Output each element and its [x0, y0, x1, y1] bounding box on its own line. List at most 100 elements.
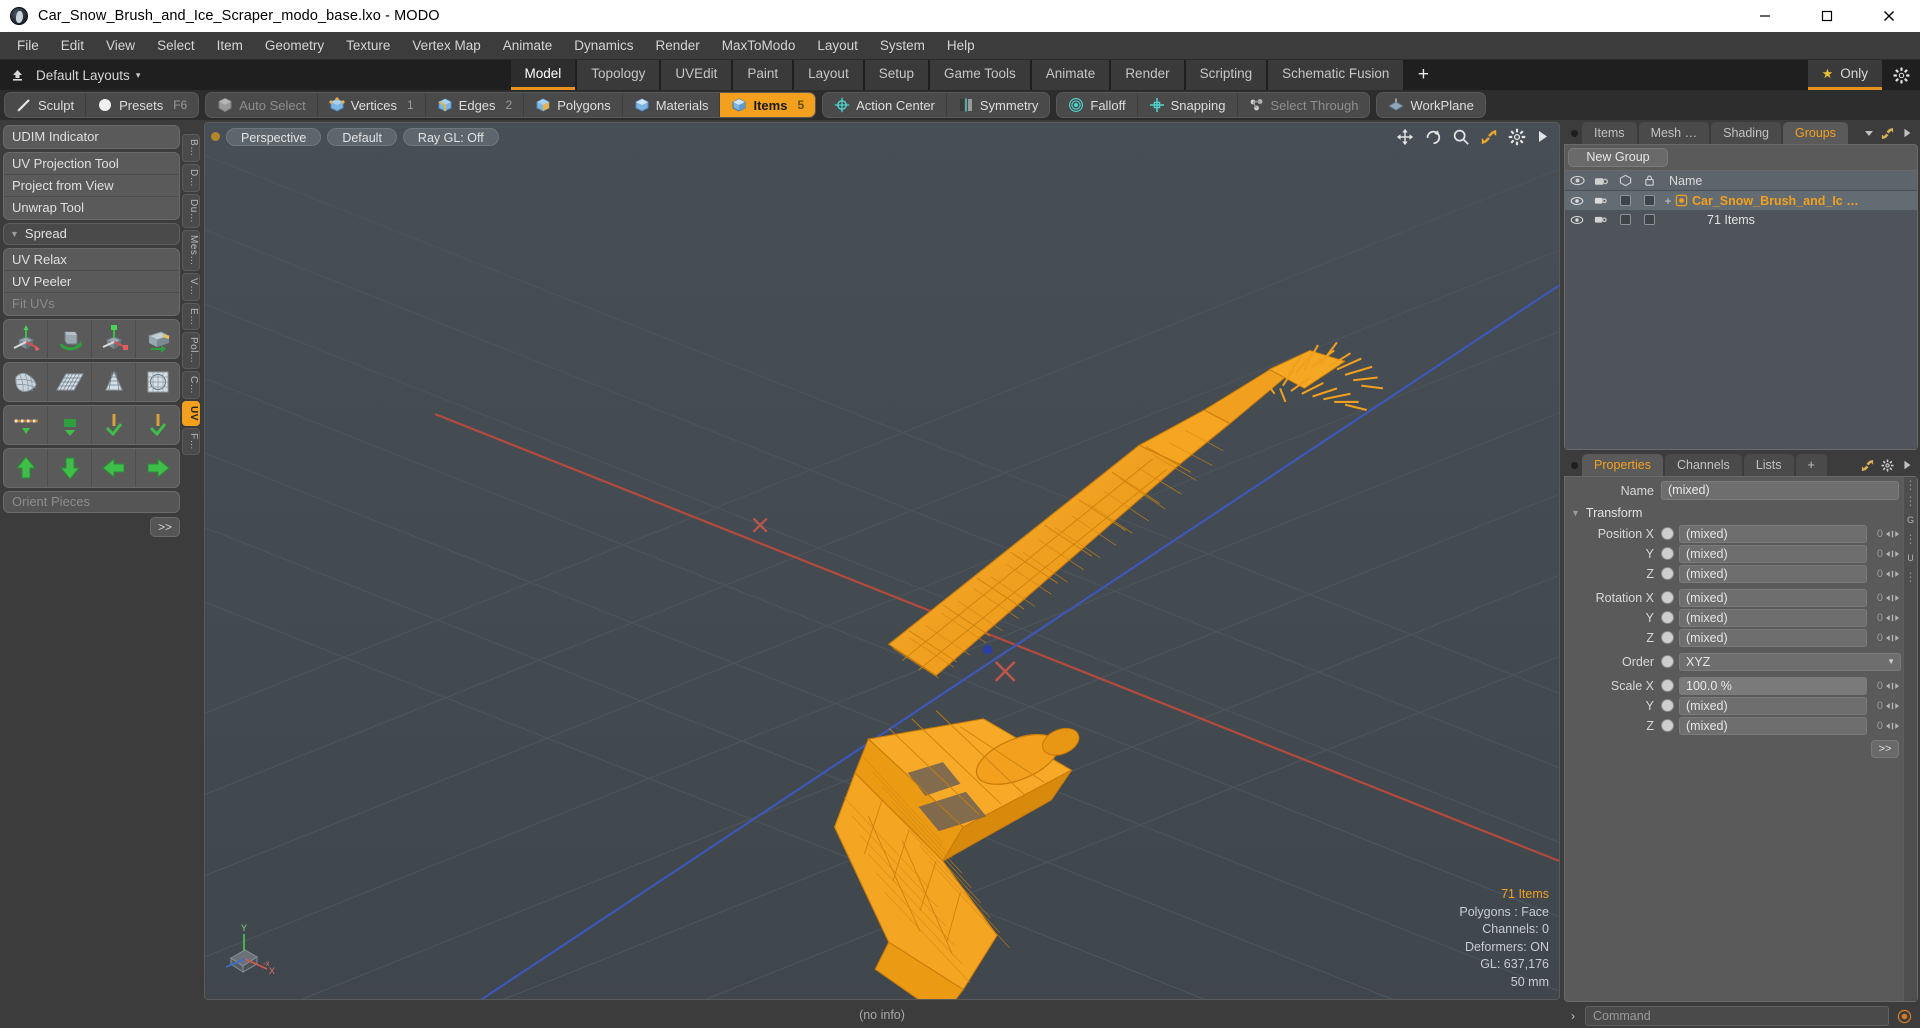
- uv-move-down-icon[interactable]: [48, 449, 92, 487]
- uv-flip-icon[interactable]: [136, 320, 179, 358]
- polygons-button[interactable]: Polygons: [524, 93, 623, 117]
- properties-more-button[interactable]: >>: [1871, 740, 1899, 758]
- vtab-curve[interactable]: C…: [182, 370, 200, 400]
- vtab-basic[interactable]: B…: [182, 134, 200, 162]
- row-render-checkbox[interactable]: [1613, 195, 1637, 206]
- scale-y-spinner[interactable]: [1883, 701, 1901, 711]
- items-button[interactable]: Items 5: [720, 93, 816, 117]
- rail-dots-2[interactable]: ⋮: [1905, 495, 1917, 507]
- tab-layout[interactable]: Layout: [794, 60, 863, 90]
- new-group-button[interactable]: New Group: [1568, 148, 1668, 167]
- properties-menu-arrow-icon[interactable]: [1901, 459, 1913, 471]
- tool-udim-indicator[interactable]: UDIM Indicator: [4, 126, 179, 148]
- panel-menu-arrow-icon[interactable]: [1901, 127, 1913, 139]
- render-icon[interactable]: [1613, 174, 1637, 187]
- uv-fit-icon[interactable]: [4, 363, 48, 401]
- tab-add-properties[interactable]: +: [1795, 454, 1827, 476]
- viewport-raygl-dropdown[interactable]: Ray GL: Off: [402, 127, 499, 146]
- command-input[interactable]: Command: [1585, 1006, 1889, 1026]
- tab-paint[interactable]: Paint: [733, 60, 793, 90]
- default-layouts-dropdown[interactable]: Default Layouts ▾: [34, 60, 144, 90]
- rail-dots-4[interactable]: ⋮: [1905, 571, 1917, 583]
- snapping-button[interactable]: Snapping: [1138, 93, 1238, 117]
- menu-select[interactable]: Select: [146, 32, 206, 60]
- gear-icon[interactable]: [1508, 128, 1526, 146]
- position-y-radio[interactable]: [1661, 547, 1674, 560]
- menu-layout[interactable]: Layout: [806, 32, 869, 60]
- tab-model[interactable]: Model: [510, 60, 576, 90]
- rotate-icon[interactable]: [1424, 128, 1442, 146]
- tab-mesh-ops[interactable]: Mesh …: [1638, 122, 1710, 144]
- uv-move-icon[interactable]: [4, 320, 48, 358]
- tool-unwrap[interactable]: Unwrap Tool: [4, 197, 179, 219]
- scale-y-radio[interactable]: [1661, 699, 1674, 712]
- record-icon[interactable]: [1894, 1009, 1914, 1024]
- position-x-radio[interactable]: [1661, 527, 1674, 540]
- scale-x-radio[interactable]: [1661, 679, 1674, 692]
- rotation-z-spinner[interactable]: [1883, 633, 1901, 643]
- menu-item[interactable]: Item: [206, 32, 254, 60]
- vertices-button[interactable]: Vertices 1: [318, 93, 426, 117]
- uv-rotate-icon[interactable]: [48, 320, 92, 358]
- rail-dots-1[interactable]: ⋮: [1905, 479, 1917, 491]
- eye-icon[interactable]: [1565, 174, 1589, 187]
- viewport-shading-dropdown[interactable]: Default: [327, 127, 397, 146]
- name-input[interactable]: (mixed): [1661, 481, 1899, 500]
- uv-align-icon[interactable]: [4, 406, 48, 444]
- menu-system[interactable]: System: [869, 32, 936, 60]
- row-expander[interactable]: +: [1661, 194, 1675, 208]
- position-z-spinner[interactable]: [1883, 569, 1901, 579]
- viewport-view-dropdown[interactable]: Perspective: [226, 127, 322, 146]
- tab-setup[interactable]: Setup: [864, 60, 928, 90]
- row2-visibility-icon[interactable]: [1565, 215, 1589, 225]
- falloff-button[interactable]: Falloff: [1057, 93, 1138, 117]
- lock-icon[interactable]: [1637, 174, 1661, 187]
- table-row[interactable]: + Car_Snow_Brush_and_Ic …: [1565, 191, 1917, 210]
- tab-game-tools[interactable]: Game Tools: [929, 60, 1030, 90]
- menu-animate[interactable]: Animate: [492, 32, 564, 60]
- tab-render[interactable]: Render: [1111, 60, 1184, 90]
- snow-brush-model-mesh[interactable]: [205, 123, 1559, 1000]
- row-lock-checkbox[interactable]: [1637, 195, 1661, 206]
- tool-uv-projection[interactable]: UV Projection Tool: [4, 153, 179, 175]
- edges-button[interactable]: Edges 2: [426, 93, 525, 117]
- home-layout-icon[interactable]: [0, 60, 34, 90]
- minimize-button[interactable]: [1734, 0, 1796, 32]
- vtab-uv[interactable]: UV: [182, 401, 200, 427]
- add-tab-button[interactable]: +: [1405, 60, 1441, 90]
- menu-dynamics[interactable]: Dynamics: [563, 32, 644, 60]
- rail-dots-3[interactable]: ⋮: [1905, 533, 1917, 545]
- tab-lists[interactable]: Lists: [1743, 454, 1794, 476]
- tab-items[interactable]: Items: [1582, 122, 1637, 144]
- table-row[interactable]: 71 Items: [1565, 210, 1917, 229]
- close-button[interactable]: [1858, 0, 1920, 32]
- tab-channels[interactable]: Channels: [1664, 454, 1742, 476]
- uv-scale-icon[interactable]: [92, 320, 136, 358]
- scale-z-spinner[interactable]: [1883, 721, 1901, 731]
- tool-uv-relax[interactable]: UV Relax: [4, 249, 179, 271]
- vtab-deform[interactable]: D…: [182, 163, 200, 192]
- tab-shading[interactable]: Shading: [1711, 122, 1781, 144]
- row-camera-icon[interactable]: [1589, 195, 1613, 206]
- maximize-panel-icon[interactable]: [1881, 127, 1894, 140]
- order-radio[interactable]: [1661, 655, 1674, 668]
- viewport-menu-dot-icon[interactable]: [211, 132, 220, 141]
- transform-group-header[interactable]: ▼ Transform: [1565, 504, 1903, 522]
- position-z-radio[interactable]: [1661, 567, 1674, 580]
- orient-pieces-field[interactable]: Orient Pieces: [3, 491, 180, 513]
- scale-x-value[interactable]: 100.0 %: [1679, 676, 1867, 695]
- tab-uvedit[interactable]: UVEdit: [661, 60, 732, 90]
- rotation-y-spinner[interactable]: [1883, 613, 1901, 623]
- materials-button[interactable]: Materials: [623, 93, 721, 117]
- presets-button[interactable]: Presets F6: [86, 93, 198, 117]
- scale-x-spinner[interactable]: [1883, 681, 1901, 691]
- row2-render-checkbox[interactable]: [1613, 214, 1637, 225]
- auto-select-button[interactable]: Auto Select: [206, 93, 318, 117]
- menu-vertex-map[interactable]: Vertex Map: [401, 32, 491, 60]
- rotation-y-radio[interactable]: [1661, 611, 1674, 624]
- select-through-button[interactable]: Select Through: [1238, 93, 1370, 117]
- tab-scripting[interactable]: Scripting: [1185, 60, 1267, 90]
- spread-section-header[interactable]: ▼ Spread: [3, 223, 180, 245]
- tab-schematic-fusion[interactable]: Schematic Fusion: [1268, 60, 1404, 90]
- row2-lock-checkbox[interactable]: [1637, 214, 1661, 225]
